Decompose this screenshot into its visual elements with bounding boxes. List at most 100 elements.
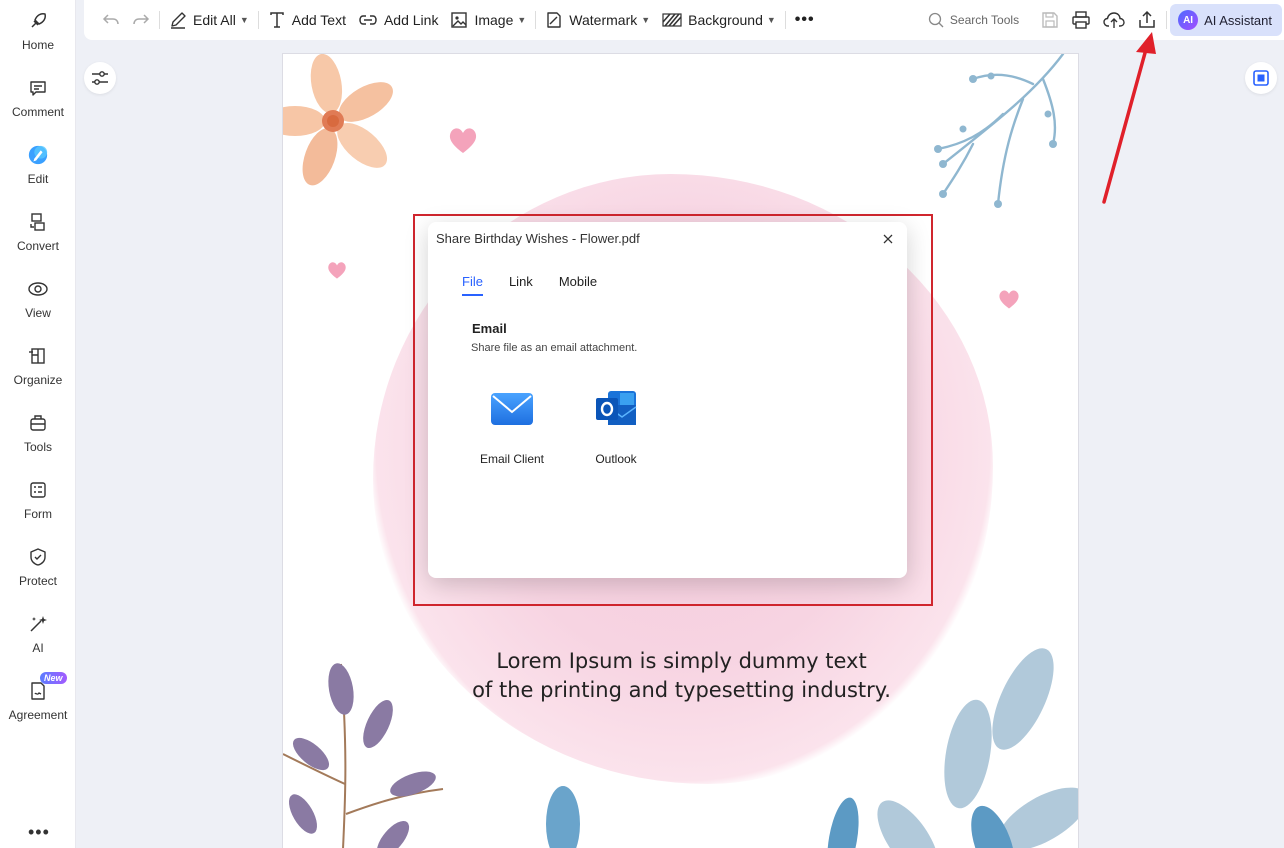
image-label: Image <box>474 12 514 28</box>
close-button[interactable] <box>879 230 897 248</box>
toolbar-divider <box>257 11 259 29</box>
search-tools-placeholder: Search Tools <box>949 13 1020 27</box>
edit-all-button[interactable]: Edit All ▼ <box>163 5 255 35</box>
printer-icon <box>1072 11 1090 29</box>
print-button[interactable] <box>1065 5 1097 35</box>
chevron-down-icon: ▼ <box>766 15 776 25</box>
ai-sparkle-icon <box>27 613 49 635</box>
shield-icon <box>27 546 49 568</box>
filter-settings-button[interactable] <box>84 62 116 94</box>
background-icon <box>662 13 682 27</box>
outlook-option[interactable]: Outlook <box>561 378 671 466</box>
sidebar-item-home[interactable]: Home <box>0 6 76 66</box>
sidebar-item-view[interactable]: View <box>0 274 76 334</box>
more-tools-button[interactable]: ••• <box>789 5 821 35</box>
chevron-down-icon: ▼ <box>239 15 249 25</box>
right-panel-button[interactable] <box>1245 62 1277 94</box>
share-upload-icon <box>1139 10 1155 28</box>
document-text-line: Lorem Ipsum is simply dummy text <box>496 649 867 673</box>
sidebar-item-organize[interactable]: Organize <box>0 341 76 401</box>
heart-decoration <box>328 262 346 279</box>
edit-icon <box>27 144 49 166</box>
branch-illustration <box>934 54 1065 208</box>
image-button[interactable]: Image ▼ <box>444 5 532 35</box>
tab-file[interactable]: File <box>462 273 483 296</box>
convert-icon <box>27 211 49 233</box>
edit-all-label: Edit All <box>193 12 236 28</box>
background-button[interactable]: Background ▼ <box>656 5 782 35</box>
sidebar-item-label: Organize <box>13 373 63 387</box>
sidebar-item-edit[interactable]: Edit <box>0 140 76 200</box>
sidebar-item-form[interactable]: Form <box>0 475 76 535</box>
ai-logo-icon: AI <box>1178 10 1199 30</box>
tab-link[interactable]: Link <box>509 273 533 296</box>
save-button[interactable] <box>1035 5 1065 35</box>
home-icon <box>27 10 49 32</box>
sidebar-item-label: Convert <box>16 239 60 253</box>
leaf-illustration <box>827 648 1078 848</box>
sidebar-item-label: Tools <box>23 440 52 454</box>
panel-icon <box>1253 70 1269 86</box>
add-text-button[interactable]: Add Text <box>262 5 352 35</box>
pen-icon <box>171 12 186 29</box>
sidebar-item-agreement[interactable]: New Agreement <box>0 672 76 736</box>
new-badge: New <box>40 672 67 684</box>
undo-icon <box>102 14 119 25</box>
add-link-button[interactable]: Add Link <box>352 5 444 35</box>
toolbar-divider <box>535 11 537 29</box>
email-client-option[interactable]: Email Client <box>457 378 567 466</box>
section-title: Email <box>472 321 507 336</box>
chevron-down-icon: ▼ <box>641 15 651 25</box>
image-icon <box>451 12 468 28</box>
sidebar-item-ai[interactable]: AI <box>0 609 76 669</box>
sidebar-more-button[interactable]: ••• <box>28 822 50 843</box>
watermark-icon <box>547 12 561 28</box>
sidebar-item-protect[interactable]: Protect <box>0 542 76 602</box>
redo-button[interactable] <box>126 5 156 35</box>
left-sidebar: Home Comment Edit Convert View Organize <box>0 0 76 848</box>
form-icon <box>27 479 49 501</box>
sidebar-item-label: Edit <box>27 172 49 186</box>
watermark-label: Watermark <box>569 12 638 28</box>
sidebar-item-label: Home <box>21 38 54 52</box>
sliders-icon <box>92 71 108 85</box>
link-icon <box>359 15 377 25</box>
document-text-line: of the printing and typesetting industry… <box>472 678 891 702</box>
option-label: Outlook <box>595 452 637 466</box>
search-tools-field[interactable]: Search Tools <box>922 12 1025 28</box>
chevron-down-icon: ▼ <box>517 15 527 25</box>
leaf-illustration <box>546 786 580 848</box>
share-tabs: File Link Mobile <box>462 273 623 296</box>
toolbar-divider <box>159 11 160 29</box>
sidebar-item-convert[interactable]: Convert <box>0 207 76 267</box>
toolbar-divider <box>1166 11 1168 29</box>
organize-icon <box>27 345 49 367</box>
tab-mobile[interactable]: Mobile <box>559 273 597 296</box>
text-icon <box>269 12 284 28</box>
sidebar-item-label: Form <box>24 507 52 521</box>
annotation-arrow <box>1102 32 1156 204</box>
sidebar-item-comment[interactable]: Comment <box>0 73 76 133</box>
ai-assistant-label: AI Assistant <box>1204 12 1272 28</box>
sidebar-item-label: Comment <box>11 105 64 119</box>
sidebar-item-label: View <box>25 306 51 320</box>
section-subtitle: Share file as an email attachment. <box>471 342 638 354</box>
close-icon <box>883 234 893 244</box>
sidebar-item-label: Protect <box>18 574 57 588</box>
share-dialog: Share Birthday Wishes - Flower.pdf File … <box>428 222 907 578</box>
heart-decoration <box>449 128 477 153</box>
add-link-label: Add Link <box>383 12 439 28</box>
comment-icon <box>27 77 49 99</box>
ai-assistant-button[interactable]: AI AI Assistant <box>1170 4 1282 36</box>
watermark-button[interactable]: Watermark ▼ <box>539 5 656 35</box>
cloud-upload-icon <box>1103 12 1125 28</box>
background-label: Background <box>688 12 763 28</box>
sidebar-item-label: Agreement <box>8 708 68 722</box>
undo-button[interactable] <box>96 5 126 35</box>
save-icon <box>1042 12 1058 28</box>
heart-decoration <box>999 290 1019 309</box>
sidebar-item-tools[interactable]: Tools <box>0 408 76 468</box>
dialog-title: Share Birthday Wishes - Flower.pdf <box>436 231 640 246</box>
redo-icon <box>133 14 150 25</box>
option-label: Email Client <box>479 452 545 466</box>
